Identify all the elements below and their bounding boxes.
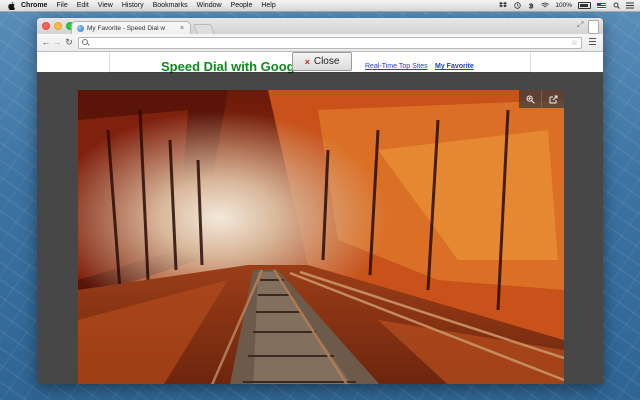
spotlight-search-icon[interactable] xyxy=(612,2,620,9)
window-controls xyxy=(42,22,74,30)
battery-icon[interactable] xyxy=(578,2,591,9)
menu-people[interactable]: People xyxy=(231,2,253,9)
close-window-button[interactable] xyxy=(42,22,50,30)
apple-logo-icon[interactable] xyxy=(7,1,15,10)
window-titlebar[interactable]: My Favorite - Speed Dial w × ⤢ xyxy=(37,18,603,35)
chrome-menu-icon[interactable] xyxy=(589,38,596,46)
open-external-icon[interactable] xyxy=(541,90,564,108)
tab-my-favorite[interactable]: My Favorite - Speed Dial w × xyxy=(71,21,191,35)
zoom-in-icon[interactable] xyxy=(519,90,541,108)
browser-window: My Favorite - Speed Dial w × ⤢ ← → ↻ ☆ S… xyxy=(37,18,603,384)
menu-file[interactable]: File xyxy=(56,2,67,9)
dropbox-icon[interactable] xyxy=(499,2,508,9)
address-bar[interactable]: ☆ xyxy=(78,37,582,49)
profile-icon[interactable] xyxy=(588,20,599,34)
bookmark-star-icon[interactable]: ☆ xyxy=(571,38,578,48)
autumn-railway-image xyxy=(78,90,564,384)
forward-button[interactable]: → xyxy=(52,37,62,47)
close-icon: × xyxy=(304,56,310,67)
link-my-favorite[interactable]: My Favorite xyxy=(435,63,474,70)
us-flag-input-icon[interactable] xyxy=(597,2,606,9)
bluetooth-icon[interactable] xyxy=(527,2,535,9)
notification-center-icon[interactable] xyxy=(626,2,634,9)
speed-dial-favicon-icon xyxy=(77,25,84,32)
minimize-window-button[interactable] xyxy=(54,22,62,30)
menu-bookmarks[interactable]: Bookmarks xyxy=(153,2,188,9)
menu-edit[interactable]: Edit xyxy=(77,2,89,9)
photo-toolbar xyxy=(519,90,564,108)
battery-percent: 100% xyxy=(555,2,572,9)
menu-help[interactable]: Help xyxy=(261,2,275,9)
fullscreen-icon[interactable]: ⤢ xyxy=(577,21,585,29)
address-input[interactable] xyxy=(92,38,562,48)
reload-button[interactable]: ↻ xyxy=(64,37,74,47)
page-content: Speed Dial with Google Drive Real-Time T… xyxy=(37,52,603,384)
browser-toolbar: ← → ↻ ☆ xyxy=(37,34,603,52)
search-icon xyxy=(82,39,90,47)
menu-history[interactable]: History xyxy=(122,2,144,9)
close-label: Close xyxy=(313,56,340,67)
wifi-icon[interactable] xyxy=(541,2,550,9)
menu-view[interactable]: View xyxy=(98,2,113,9)
menu-window[interactable]: Window xyxy=(197,2,222,9)
link-real-time-top-sites[interactable]: Real-Time Top Sites xyxy=(365,63,428,70)
timemachine-icon[interactable] xyxy=(513,2,521,9)
menu-app-name[interactable]: Chrome xyxy=(21,2,47,9)
lightbox-close-button[interactable]: × Close xyxy=(292,52,352,71)
lightbox-photo xyxy=(78,90,564,384)
tab-title: My Favorite - Speed Dial w xyxy=(87,25,166,32)
menu-status-area: 100% xyxy=(499,0,634,11)
mac-menu-bar: Chrome File Edit View History Bookmarks … xyxy=(0,0,640,12)
tab-close-icon[interactable]: × xyxy=(178,25,186,32)
back-button[interactable]: ← xyxy=(41,37,51,47)
